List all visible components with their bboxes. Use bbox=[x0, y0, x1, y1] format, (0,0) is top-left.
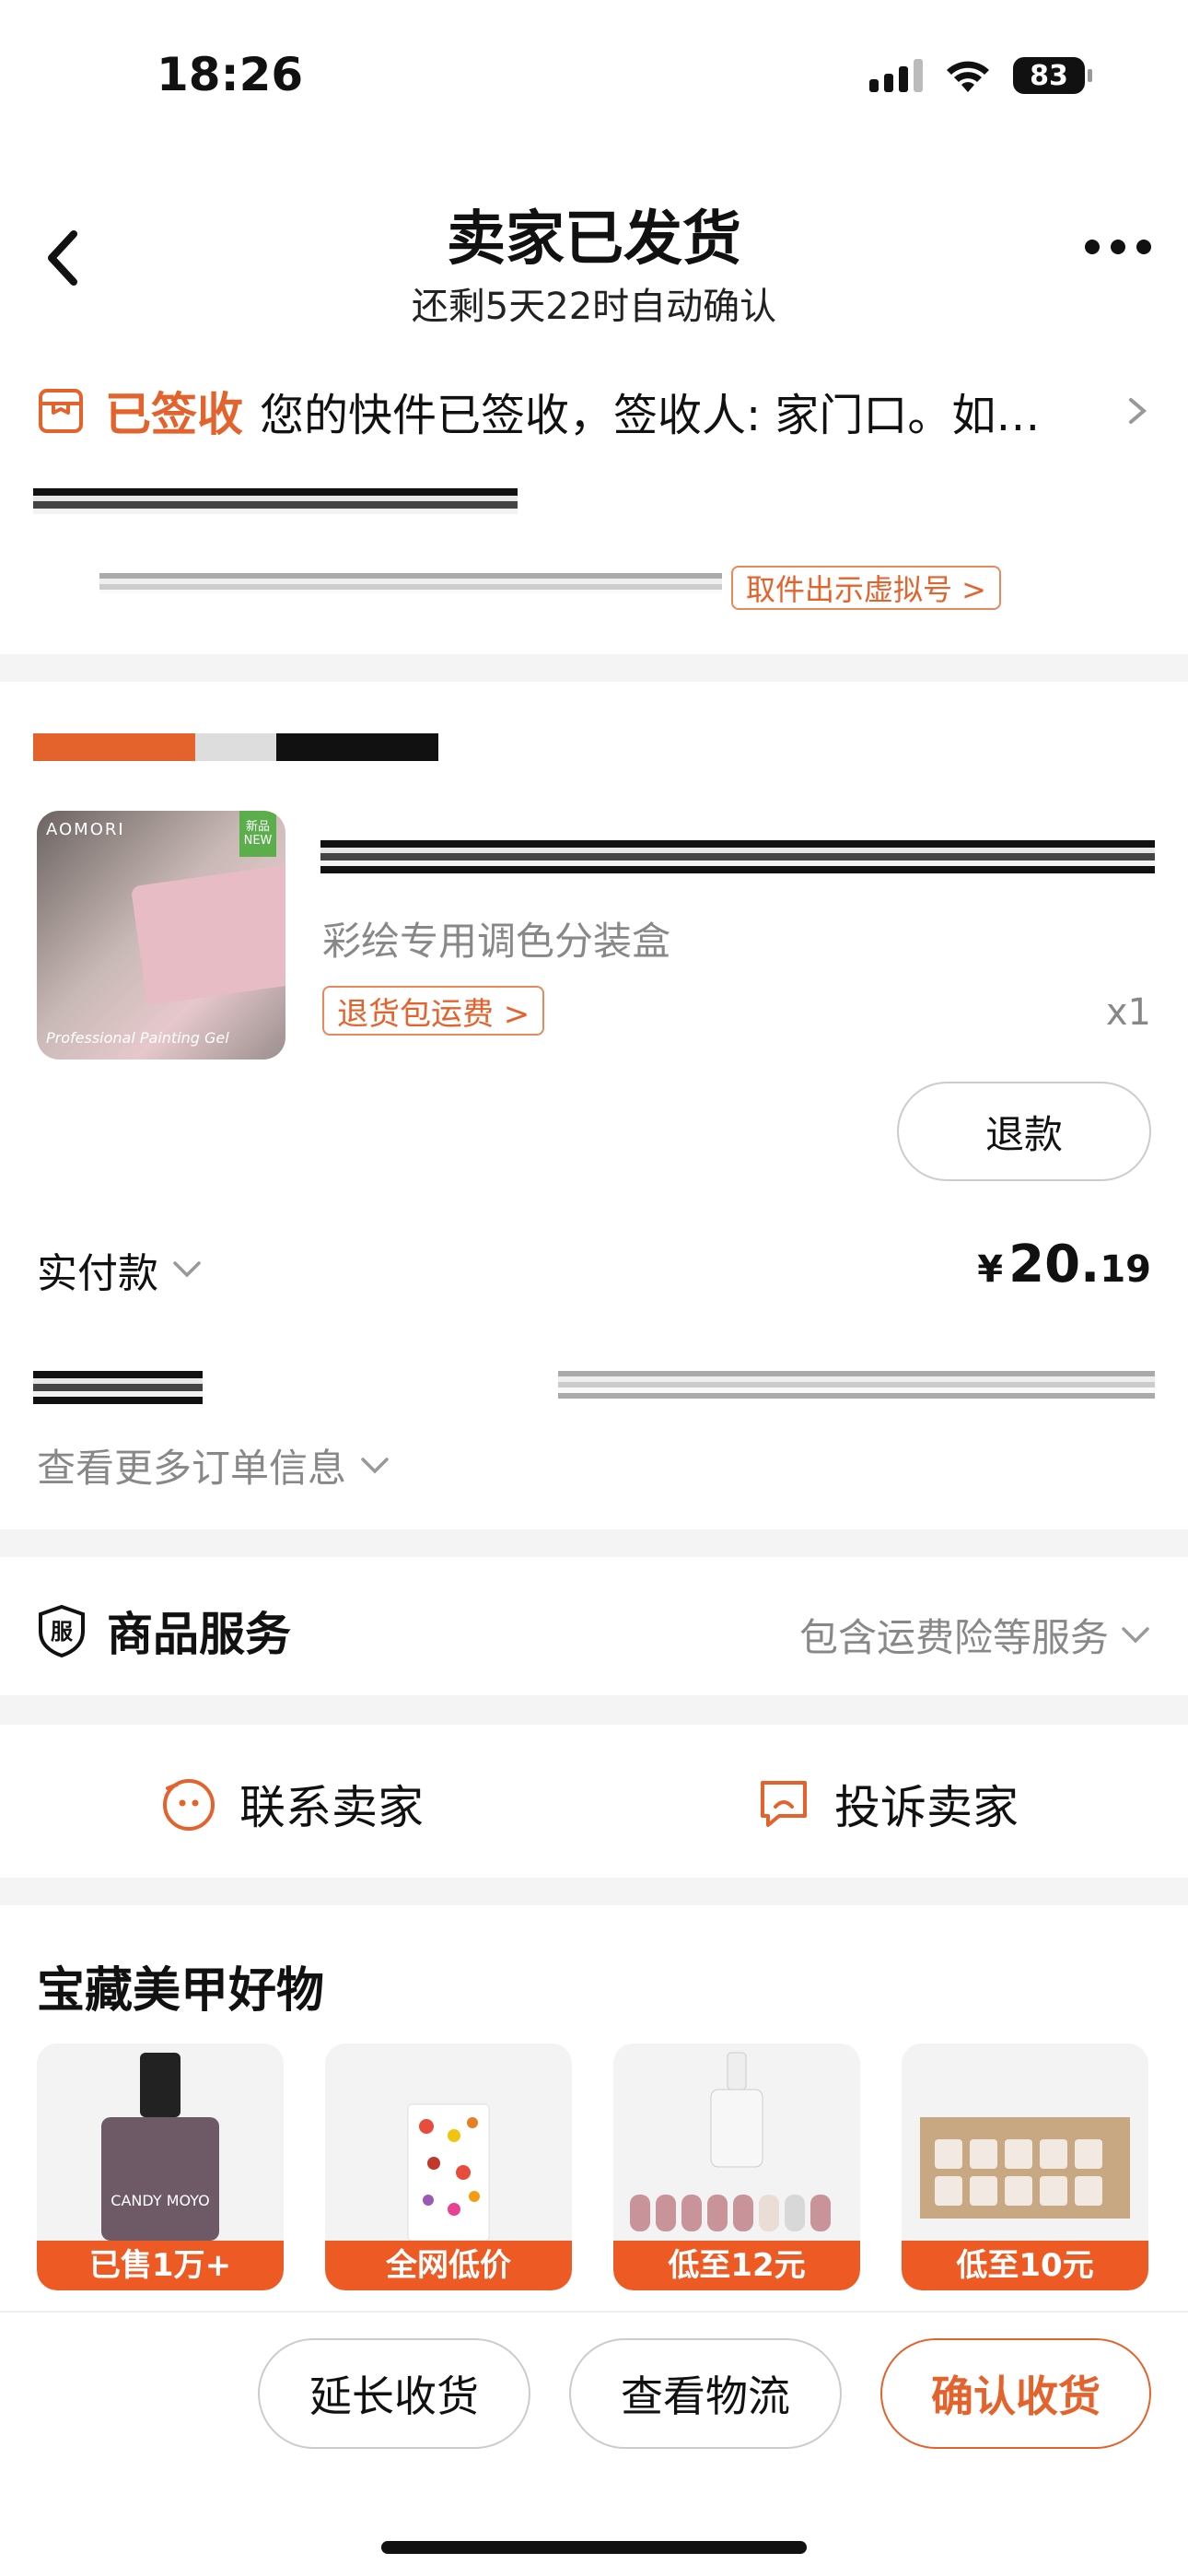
paid-amount: ¥ 20. 19 bbox=[977, 1235, 1151, 1294]
recommendation-title: 宝藏美甲好物 bbox=[37, 1963, 325, 2019]
complain-seller-label: 投诉卖家 bbox=[834, 1781, 1019, 1834]
product-service-row[interactable]: 服 商品服务 包含运费险等服务 bbox=[0, 1557, 1188, 1695]
service-description: 包含运费险等服务 bbox=[799, 1607, 1151, 1663]
chevron-down-icon bbox=[361, 1457, 389, 1473]
complaint-icon bbox=[761, 1781, 807, 1827]
redacted-recipient bbox=[99, 573, 722, 593]
chat-smile-icon bbox=[163, 1779, 215, 1831]
product-spec: 彩绘专用调色分装盒 bbox=[322, 919, 671, 964]
recommend-item[interactable]: 全网低价 bbox=[325, 2043, 572, 2290]
product-box-shape bbox=[130, 864, 285, 1006]
logistics-message: 您的快件已签收，签收人: 家门口。如… bbox=[260, 390, 1041, 441]
gel-polish-set-image bbox=[630, 2052, 831, 2231]
amount-decimal: 19 bbox=[1100, 1248, 1151, 1291]
logistics-status-row[interactable]: 已签收 您的快件已签收，签收人: 家门口。如… bbox=[37, 378, 1151, 444]
product-image-brand: AOMORI bbox=[46, 820, 125, 839]
order-card: AOMORI 新品 NEW Professional Painting Gel … bbox=[0, 682, 1188, 1529]
page-title: 卖家已发货 bbox=[447, 205, 741, 274]
extend-receipt-button[interactable]: 延长收货 bbox=[258, 2338, 530, 2449]
status-bar: 18:26 83 bbox=[0, 0, 1188, 147]
contact-seller-label: 联系卖家 bbox=[239, 1781, 424, 1834]
nav-header: 卖家已发货 还剩5天22时自动确认 bbox=[0, 147, 1188, 341]
paid-amount-toggle[interactable]: 实付款 bbox=[37, 1240, 203, 1299]
cellular-signal-icon bbox=[869, 59, 923, 92]
currency-symbol: ¥ bbox=[977, 1248, 1004, 1291]
product-image[interactable]: AOMORI 新品 NEW Professional Painting Gel bbox=[37, 811, 285, 1060]
return-shipping-button[interactable]: 退货包运费 > bbox=[322, 986, 545, 1036]
redacted-order-number-label bbox=[33, 1371, 203, 1404]
service-title: 服 商品服务 bbox=[37, 1598, 291, 1664]
recommend-tag: 全网低价 bbox=[325, 2241, 572, 2290]
recommend-tag: 低至12元 bbox=[613, 2241, 860, 2290]
recommendation-section: 宝藏美甲好物 CANDY MOYO 已售1万+ 全网低价 低至12元 低至10元 bbox=[0, 1905, 1188, 2311]
chevron-down-icon bbox=[173, 1261, 201, 1278]
battery-icon: 83 bbox=[1013, 57, 1092, 94]
recommend-tag: 已售1万+ bbox=[37, 2241, 284, 2290]
shield-icon: 服 bbox=[39, 1604, 85, 1657]
product-image-caption: Professional Painting Gel bbox=[46, 1029, 229, 1047]
recommend-tag: 低至10元 bbox=[902, 2241, 1148, 2290]
press-on-nails-box-image bbox=[920, 2117, 1130, 2219]
service-description-label: 包含运费险等服务 bbox=[798, 1615, 1109, 1660]
more-options-icon[interactable] bbox=[1085, 240, 1151, 254]
virtual-number-button[interactable]: 取件出示虚拟号 > bbox=[731, 566, 1001, 610]
redacted-product-title bbox=[320, 840, 1155, 873]
recommend-item[interactable]: CANDY MOYO 已售1万+ bbox=[37, 2043, 284, 2290]
redacted-order-number bbox=[558, 1371, 1155, 1399]
nail-sticker-image bbox=[407, 2103, 490, 2242]
redacted-address bbox=[33, 488, 518, 514]
status-icons: 83 bbox=[869, 57, 1092, 94]
svg-text:服: 服 bbox=[51, 1619, 74, 1645]
new-product-tag: 新品 NEW bbox=[239, 811, 276, 857]
bottom-action-bar: 延长收货 查看物流 确认收货 bbox=[0, 2311, 1188, 2576]
home-indicator[interactable] bbox=[381, 2541, 807, 2554]
paid-label: 实付款 bbox=[37, 1250, 158, 1297]
recommend-item[interactable]: 低至12元 bbox=[613, 2043, 860, 2290]
contact-seller-button[interactable]: 联系卖家 bbox=[160, 1771, 424, 1837]
package-icon bbox=[39, 389, 83, 433]
wifi-icon bbox=[947, 61, 989, 92]
refund-button[interactable]: 退款 bbox=[897, 1082, 1151, 1181]
status-time: 18:26 bbox=[157, 48, 304, 101]
service-title-label: 商品服务 bbox=[107, 1608, 291, 1661]
logistics-card[interactable]: 已签收 您的快件已签收，签收人: 家门口。如… 取件出示虚拟号 > bbox=[0, 341, 1188, 654]
signed-status-tag: 已签收 bbox=[105, 388, 243, 441]
more-order-info-label: 查看更多订单信息 bbox=[37, 1446, 347, 1491]
svg-text:CANDY MOYO: CANDY MOYO bbox=[111, 2192, 209, 2209]
view-logistics-button[interactable]: 查看物流 bbox=[569, 2338, 842, 2449]
product-quantity: x1 bbox=[1105, 991, 1151, 1034]
redacted-shop-name bbox=[33, 733, 438, 761]
confirm-receipt-button[interactable]: 确认收货 bbox=[880, 2338, 1151, 2449]
chevron-down-icon bbox=[1122, 1626, 1149, 1643]
nail-polish-bottle-image: CANDY MOYO bbox=[101, 2053, 219, 2241]
chevron-right-icon bbox=[1129, 398, 1147, 424]
recommend-item[interactable]: 低至10元 bbox=[902, 2043, 1148, 2290]
more-order-info-toggle[interactable]: 查看更多订单信息 bbox=[37, 1437, 390, 1493]
amount-integer: 20. bbox=[1008, 1235, 1101, 1294]
auto-confirm-countdown: 还剩5天22时自动确认 bbox=[411, 286, 777, 328]
complain-seller-button[interactable]: 投诉卖家 bbox=[755, 1771, 1019, 1837]
contact-row: 联系卖家 投诉卖家 bbox=[0, 1725, 1188, 1878]
